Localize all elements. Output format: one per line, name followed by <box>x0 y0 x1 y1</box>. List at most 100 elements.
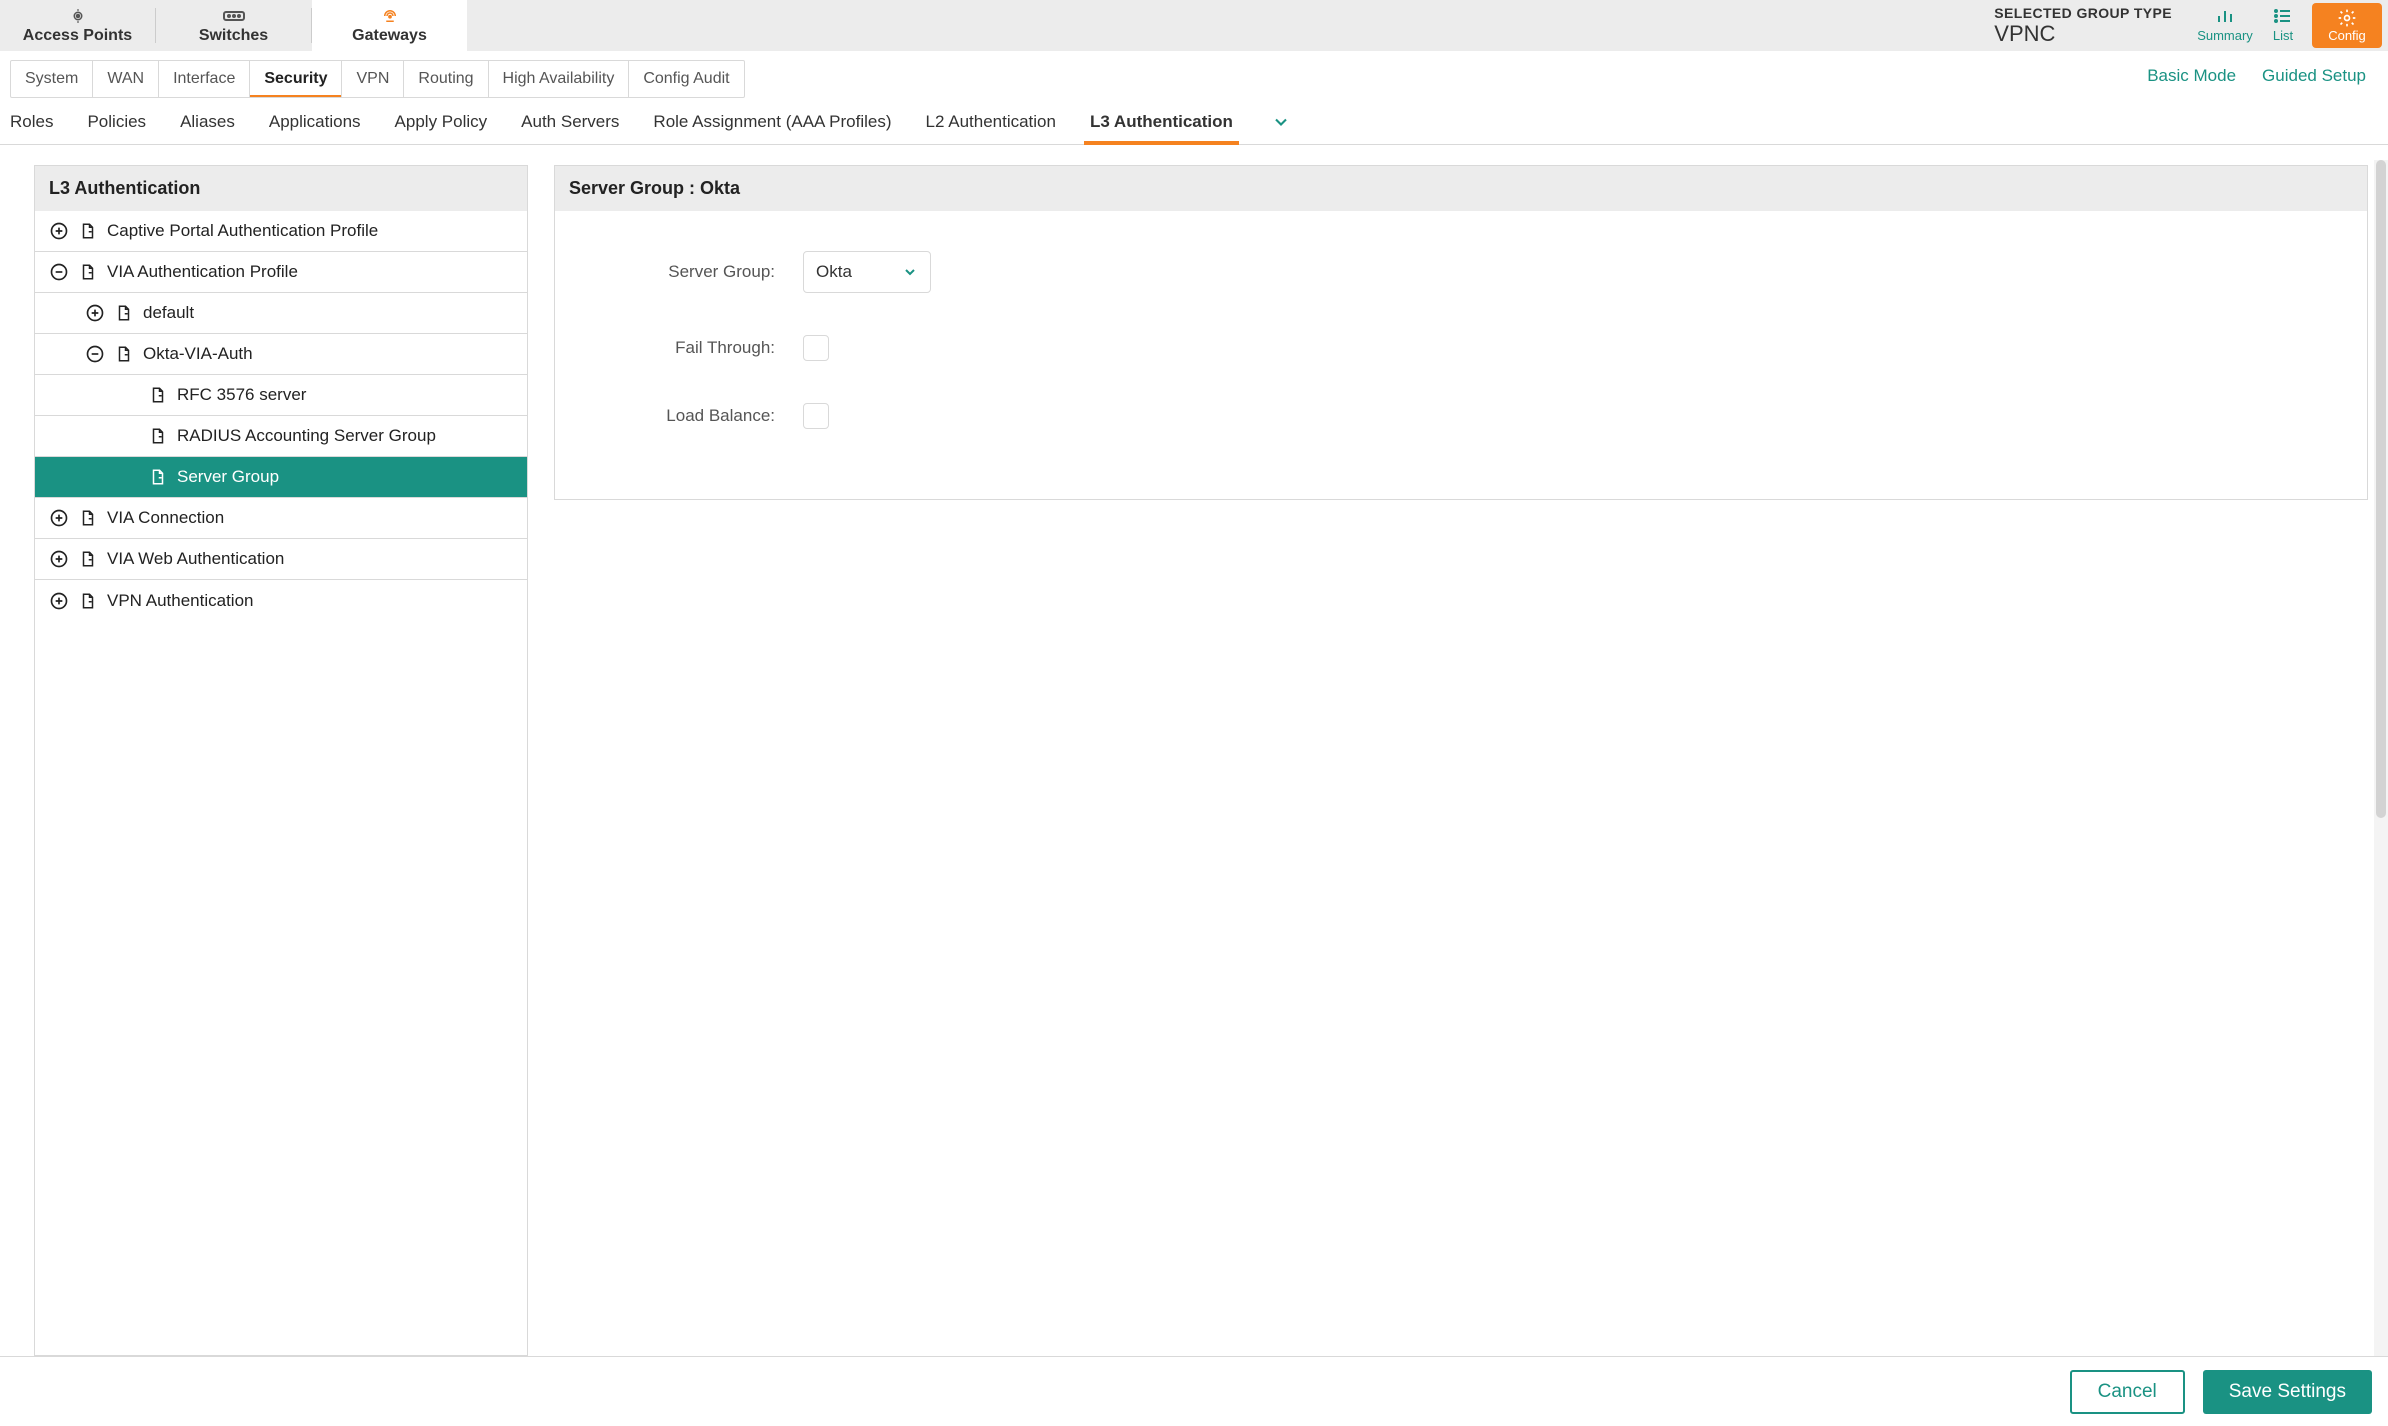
tree-row[interactable]: RADIUS Accounting Server Group <box>35 416 527 457</box>
load-balance-checkbox[interactable] <box>803 403 829 429</box>
bar-chart-icon <box>2216 8 2234 26</box>
selected-group-type: SELECTED GROUP TYPE VPNC <box>1970 0 2196 51</box>
subtab-l2-auth[interactable]: L2 Authentication <box>926 100 1056 144</box>
tree-row-label: VPN Authentication <box>107 591 253 611</box>
profile-icon <box>149 427 167 445</box>
security-subtabs: Roles Policies Aliases Applications Appl… <box>0 100 2388 145</box>
cfg-tab-routing[interactable]: Routing <box>404 61 488 97</box>
tree-row-label: VIA Authentication Profile <box>107 262 298 282</box>
profile-icon <box>79 592 97 610</box>
cancel-button[interactable]: Cancel <box>2070 1370 2185 1414</box>
right-panel: Server Group : Okta Server Group: Okta F… <box>554 165 2368 1356</box>
tree-row-label: Server Group <box>177 467 279 487</box>
tab-label: Switches <box>199 27 268 45</box>
profile-icon <box>115 345 133 363</box>
tab-label: Gateways <box>352 27 427 45</box>
subtab-applications[interactable]: Applications <box>269 100 361 144</box>
collapse-icon[interactable] <box>85 344 105 364</box>
view-config[interactable]: Config <box>2312 3 2382 48</box>
cfg-tab-system[interactable]: System <box>11 61 93 97</box>
profile-icon <box>79 509 97 527</box>
tree-row[interactable]: VIA Web Authentication <box>35 539 527 580</box>
expand-icon[interactable] <box>85 303 105 323</box>
mode-links: Basic Mode Guided Setup <box>2147 66 2378 86</box>
server-group-select[interactable]: Okta <box>803 251 931 293</box>
view-buttons: Summary List Config <box>2196 0 2388 51</box>
tree-row[interactable]: VIA Authentication Profile <box>35 252 527 293</box>
expand-icon[interactable] <box>49 221 69 241</box>
group-type-label: SELECTED GROUP TYPE <box>1994 5 2172 21</box>
tree-row-label: default <box>143 303 194 323</box>
cfg-tab-interface[interactable]: Interface <box>159 61 250 97</box>
gear-icon <box>2337 8 2357 26</box>
scrollbar[interactable] <box>2374 160 2388 1356</box>
subtab-role-assignment[interactable]: Role Assignment (AAA Profiles) <box>653 100 891 144</box>
tree-row[interactable]: Server Group <box>35 457 527 498</box>
tree-row-label: Captive Portal Authentication Profile <box>107 221 378 241</box>
tab-gateways[interactable]: Gateways <box>312 0 467 51</box>
top-bar: Access Points Switches Gateways SELECTED… <box>0 0 2388 52</box>
tree-row-label: VIA Connection <box>107 508 224 528</box>
fail-through-checkbox[interactable] <box>803 335 829 361</box>
config-tabs: System WAN Interface Security VPN Routin… <box>10 60 745 98</box>
expand-icon[interactable] <box>49 508 69 528</box>
list-icon <box>2274 8 2292 26</box>
subtab-policies[interactable]: Policies <box>87 100 146 144</box>
subtab-more-icon[interactable] <box>1271 112 1291 132</box>
gateways-icon <box>379 7 401 25</box>
subtab-apply-policy[interactable]: Apply Policy <box>395 100 488 144</box>
tree-row-label: Okta-VIA-Auth <box>143 344 253 364</box>
tree-row-label: RFC 3576 server <box>177 385 306 405</box>
profile-icon <box>79 550 97 568</box>
config-tabs-row: System WAN Interface Security VPN Routin… <box>0 52 2388 100</box>
view-summary[interactable]: Summary <box>2196 0 2254 51</box>
access-points-icon <box>68 7 88 25</box>
subtab-roles[interactable]: Roles <box>10 100 53 144</box>
switches-icon <box>222 7 246 25</box>
link-guided-setup[interactable]: Guided Setup <box>2262 66 2366 86</box>
profile-icon <box>149 386 167 404</box>
tab-label: Access Points <box>23 27 132 45</box>
expand-icon[interactable] <box>49 549 69 569</box>
expand-icon[interactable] <box>49 591 69 611</box>
cfg-tab-security[interactable]: Security <box>250 61 342 97</box>
tab-switches[interactable]: Switches <box>156 0 311 51</box>
left-panel-title: L3 Authentication <box>35 166 527 211</box>
left-panel: L3 Authentication Captive Portal Authent… <box>34 165 528 1356</box>
tree-row[interactable]: default <box>35 293 527 334</box>
subtab-auth-servers[interactable]: Auth Servers <box>521 100 619 144</box>
tree-row[interactable]: RFC 3576 server <box>35 375 527 416</box>
cfg-tab-config-audit[interactable]: Config Audit <box>629 61 743 97</box>
cfg-tab-wan[interactable]: WAN <box>93 61 159 97</box>
profile-tree: Captive Portal Authentication Profile VIA… <box>35 211 527 621</box>
tree-row-label: RADIUS Accounting Server Group <box>177 426 436 446</box>
view-label: List <box>2273 28 2293 43</box>
save-settings-button[interactable]: Save Settings <box>2203 1370 2372 1414</box>
view-label: Summary <box>2197 28 2253 43</box>
load-balance-label: Load Balance: <box>603 406 803 426</box>
tree-row[interactable]: Okta-VIA-Auth <box>35 334 527 375</box>
view-label: Config <box>2328 28 2366 43</box>
main-area: L3 Authentication Captive Portal Authent… <box>0 145 2388 1356</box>
chevron-down-icon <box>902 264 918 280</box>
cfg-tab-vpn[interactable]: VPN <box>342 61 404 97</box>
server-group-label: Server Group: <box>603 262 803 282</box>
tab-access-points[interactable]: Access Points <box>0 0 155 51</box>
view-list[interactable]: List <box>2254 0 2312 51</box>
tree-row[interactable]: VIA Connection <box>35 498 527 539</box>
footer: Cancel Save Settings <box>0 1356 2388 1426</box>
tree-row[interactable]: Captive Portal Authentication Profile <box>35 211 527 252</box>
fail-through-label: Fail Through: <box>603 338 803 358</box>
subtab-aliases[interactable]: Aliases <box>180 100 235 144</box>
tree-row[interactable]: VPN Authentication <box>35 580 527 621</box>
profile-icon <box>149 468 167 486</box>
subtab-l3-auth[interactable]: L3 Authentication <box>1090 100 1233 144</box>
profile-icon <box>79 263 97 281</box>
cfg-tab-high-availability[interactable]: High Availability <box>489 61 630 97</box>
collapse-icon[interactable] <box>49 262 69 282</box>
scrollbar-thumb[interactable] <box>2376 160 2386 818</box>
link-basic-mode[interactable]: Basic Mode <box>2147 66 2236 86</box>
server-group-form: Server Group: Okta Fail Through: Load Ba… <box>555 211 2367 499</box>
device-tabs: Access Points Switches Gateways <box>0 0 467 51</box>
group-type-value: VPNC <box>1994 21 2172 47</box>
